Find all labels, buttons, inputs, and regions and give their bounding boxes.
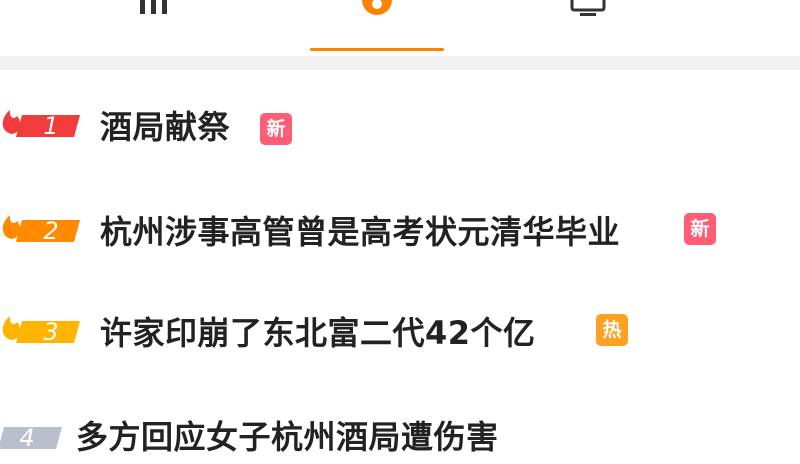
active-tab-indicator [310, 48, 444, 51]
list-item[interactable]: 2 杭州涉事高管曾是高考状元清华毕业 新 [0, 201, 800, 261]
fire-icon [362, 0, 392, 15]
list-item-title[interactable]: 许家印崩了东北富二代42个亿 [100, 314, 536, 352]
new-badge: 新 [684, 213, 716, 245]
hot-badge: 热 [596, 314, 628, 346]
new-badge: 新 [260, 113, 292, 145]
list-item-title[interactable]: 多方回应女子杭州酒局遭伤害 [76, 418, 499, 456]
rank-badge: 3 [0, 312, 90, 352]
list-item-title[interactable]: 酒局献祭 [100, 108, 230, 146]
top-tab-bar [0, 0, 800, 56]
list-item[interactable]: 3 许家印崩了东北富二代42个亿 热 [0, 302, 800, 362]
rank-badge: 1 [0, 106, 90, 146]
list-item-title[interactable]: 杭州涉事高管曾是高考状元清华毕业 [100, 213, 620, 251]
tab-video[interactable] [540, 0, 650, 56]
monitor-icon [570, 0, 606, 16]
hot-search-list: 1 酒局献祭 新 2 杭州涉事高管曾是高考状元清华毕业 新 3 许家印崩了东北富… [0, 70, 800, 456]
rank-number: 3 [43, 318, 59, 346]
rank-badge: 2 [0, 211, 90, 251]
rank-number: 4 [19, 424, 35, 452]
tab-rankings[interactable] [110, 0, 220, 56]
bars-icon [140, 0, 167, 14]
list-item[interactable]: 1 酒局献祭 新 [0, 96, 800, 156]
list-item[interactable]: 4 多方回应女子杭州酒局遭伤害 [0, 404, 800, 464]
rank-number: 2 [43, 217, 59, 245]
section-divider [0, 56, 800, 70]
rank-number: 1 [43, 112, 59, 140]
